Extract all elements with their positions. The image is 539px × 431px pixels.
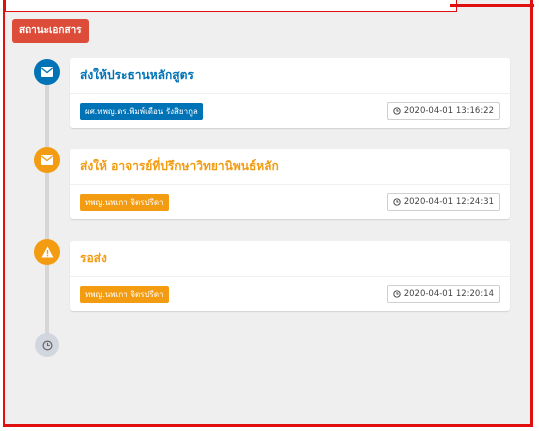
person-badge: ผศ.ทพญ.ดร.พิมพ์เดือน รังสิยากูล — [80, 102, 203, 120]
timeline-item-title: ส่งให้ อาจารย์ที่ปรึกษาวิทยานิพนธ์หลัก — [70, 149, 510, 185]
timeline-item-title: รอส่ง — [70, 241, 510, 277]
clock-icon — [393, 107, 401, 115]
timestamp-text: 2020-04-01 12:20:14 — [403, 289, 494, 299]
envelope-icon — [34, 59, 60, 85]
clock-icon — [393, 198, 401, 206]
timestamp-text: 2020-04-01 13:16:22 — [403, 106, 494, 116]
document-status-label: สถานะเอกสาร — [12, 19, 89, 43]
clock-icon — [393, 290, 401, 298]
timeline-item: ส่งให้ประธานหลักสูตร ผศ.ทพญ.ดร.พิมพ์เดือ… — [70, 58, 510, 128]
top-red-bar — [450, 4, 534, 7]
timestamp: 2020-04-01 12:24:31 — [386, 193, 500, 211]
timeline-item: รอส่ง ทพญ.นพเกา จิตรปรีดา 2020-04-01 12:… — [70, 241, 510, 311]
envelope-icon — [34, 147, 60, 173]
timestamp: 2020-04-01 13:16:22 — [386, 102, 500, 120]
timeline-item-footer: ผศ.ทพญ.ดร.พิมพ์เดือน รังสิยากูล 2020-04-… — [70, 94, 510, 128]
timeline-item-footer: ทพญ.นพเกา จิตรปรีดา 2020-04-01 12:20:14 — [70, 277, 510, 311]
timestamp: 2020-04-01 12:20:14 — [386, 285, 500, 303]
timestamp-text: 2020-04-01 12:24:31 — [403, 197, 494, 207]
timeline-line — [45, 60, 49, 345]
timeline-item: ส่งให้ อาจารย์ที่ปรึกษาวิทยานิพนธ์หลัก ท… — [70, 149, 510, 219]
person-badge: ทพญ.นพเกา จิตรปรีดา — [80, 193, 169, 211]
warning-icon — [34, 239, 60, 265]
person-badge: ทพญ.นพเกา จิตรปรีดา — [80, 285, 169, 303]
timeline-item-footer: ทพญ.นพเกา จิตรปรีดา 2020-04-01 12:24:31 — [70, 185, 510, 219]
timeline-item-title: ส่งให้ประธานหลักสูตร — [70, 58, 510, 94]
clock-icon — [35, 333, 59, 357]
top-strip — [5, 0, 457, 12]
